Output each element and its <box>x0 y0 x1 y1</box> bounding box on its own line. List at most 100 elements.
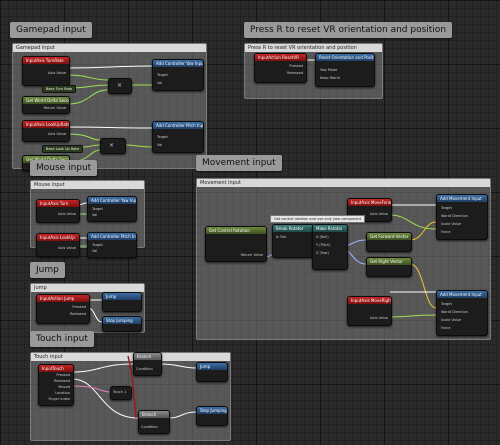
in-rot-pin[interactable]: In Rot <box>276 235 286 239</box>
multiply-symbol-2: × <box>109 142 115 149</box>
target-pin-2[interactable]: Target <box>157 135 168 139</box>
touch-event-node[interactable]: InputTouch Pressed Released Moved Locati… <box>38 364 74 406</box>
branch-title-1: Branch <box>134 353 161 360</box>
condition-pin[interactable]: Condition <box>136 367 153 371</box>
target-pin-4[interactable]: Target <box>92 243 103 247</box>
scale-value-pin[interactable]: Scale Value <box>441 222 461 226</box>
add-yaw-input-node-2[interactable]: Add Controller Yaw Input Target Val <box>87 196 137 222</box>
world-direction-pin[interactable]: World Direction <box>441 214 468 218</box>
reset-vr-event-title: InputAction ResetVR <box>255 54 306 61</box>
get-right-vector-title: Get Right Vector <box>367 258 411 265</box>
get-control-rotation-node[interactable]: Get Control Rotation Return Value <box>205 226 267 262</box>
look-up-rate-event-node[interactable]: InputAxis LookUpRate Axis Value <box>22 120 70 142</box>
multiply-node-1[interactable]: × <box>108 78 132 94</box>
add-yaw-input-node-1[interactable]: Add Controller Yaw Input Target Val <box>152 59 204 91</box>
get-forward-vector-node[interactable]: Get Forward Vector <box>366 232 412 252</box>
condition-pin-2[interactable]: Condition <box>141 425 158 429</box>
target-pin-5[interactable]: Target <box>441 206 452 210</box>
look-up-rate-event-title: InputAxis LookUpRate <box>23 121 69 128</box>
pressed-pin-3[interactable]: Pressed <box>56 373 70 377</box>
axis-value-pin-2[interactable]: Axis Value <box>48 132 66 136</box>
force-pin[interactable]: Force <box>441 230 450 234</box>
target-pin-6[interactable]: Target <box>441 302 452 306</box>
add-movement-input-node-1[interactable]: Add Movement Input Target World Directio… <box>436 194 488 240</box>
return-value-pin[interactable]: Return Value <box>44 106 66 110</box>
stop-jumping-node[interactable]: Stop Jumping <box>102 316 142 332</box>
jump-event-node[interactable]: InputAction Jump Pressed Released <box>36 294 90 324</box>
axis-value-pin-4[interactable]: Axis Value <box>58 246 76 250</box>
look-up-event-title: InputAxis LookUp <box>37 234 79 241</box>
val-pin-3[interactable]: Val <box>92 213 97 217</box>
turn-rate-event-node[interactable]: InputAxis TurnRate Axis Value <box>22 56 70 86</box>
scale-value-pin-2[interactable]: Scale Value <box>441 318 461 322</box>
multiply-symbol: × <box>117 82 123 89</box>
yaw-pin[interactable]: Z (Yaw) <box>316 251 329 255</box>
location-pin[interactable]: Location <box>55 391 70 395</box>
add-pitch-input-title-1: Add Controller Pitch Input <box>153 122 203 129</box>
get-control-rotation-title: Get Control Rotation <box>206 227 266 234</box>
released-pin-2[interactable]: Released <box>70 312 86 316</box>
break-rotator-node[interactable]: Break Rotator In Rot <box>272 224 314 258</box>
val-pin[interactable]: Val <box>157 81 162 85</box>
return-value-pin-2[interactable]: Return Value <box>241 253 263 257</box>
jump-call-title: Jump <box>103 293 141 300</box>
axis-value-pin-3[interactable]: Axis Value <box>58 212 76 216</box>
add-pitch-input-node-1[interactable]: Add Controller Pitch Input Target Val <box>152 121 204 153</box>
reset-vr-call-title: Reset Orientation and Position <box>316 54 374 61</box>
stop-jumping-title: Stop Jumping <box>103 317 141 324</box>
roll-pin[interactable]: X (Roll) <box>316 235 329 239</box>
moved-pin[interactable]: Moved <box>58 385 70 389</box>
branch-node-2[interactable]: Branch Condition <box>138 410 170 434</box>
base-look-up-rate-node[interactable]: Base Look Up Rate <box>42 145 83 153</box>
keep-world-pin[interactable]: Keep World <box>320 76 340 80</box>
make-rotator-title: Make Rotator <box>313 225 347 232</box>
released-pin[interactable]: Released <box>287 71 303 75</box>
movement-title: Movement input <box>196 155 282 171</box>
add-pitch-input-node-2[interactable]: Add Controller Pitch Input Target Val <box>87 232 137 258</box>
finger-equal-node[interactable]: Touch 1 <box>110 386 132 400</box>
val-pin-4[interactable]: Val <box>92 249 97 253</box>
pressed-pin-2[interactable]: Pressed <box>72 305 86 309</box>
jump-title: Jump <box>30 262 65 278</box>
reset-vr-call-node[interactable]: Reset Orientation and Position Yaw Mode … <box>315 53 375 87</box>
world-delta-seconds-node-1[interactable]: Get World Delta Seconds Return Value <box>22 96 70 114</box>
mouse-title: Mouse input <box>30 160 98 176</box>
pitch-pin[interactable]: Y (Pitch) <box>316 243 331 247</box>
finger-index-pin[interactable]: Finger Index <box>48 397 70 401</box>
move-forward-event-title: InputAxis MoveForward <box>348 199 391 206</box>
look-up-event-node[interactable]: InputAxis LookUp Axis Value <box>36 233 80 257</box>
axis-value-pin[interactable]: Axis Value <box>48 71 66 75</box>
make-rotator-node[interactable]: Make Rotator X (Roll) Y (Pitch) Z (Yaw) <box>312 224 348 270</box>
target-pin[interactable]: Target <box>157 73 168 77</box>
world-direction-pin-2[interactable]: World Direction <box>441 310 468 314</box>
val-pin-2[interactable]: Val <box>157 143 162 147</box>
world-delta-seconds-title-1: Get World Delta Seconds <box>23 97 69 104</box>
move-right-event-title: InputAxis MoveRight <box>348 297 391 304</box>
jump-call-node[interactable]: Jump <box>102 292 142 312</box>
axis-value-pin-5[interactable]: Axis Value <box>370 212 388 216</box>
get-right-vector-node[interactable]: Get Right Vector <box>366 257 412 277</box>
target-pin-3[interactable]: Target <box>92 207 103 211</box>
reset-vr-event-node[interactable]: InputAction ResetVR Pressed Released <box>254 53 307 83</box>
move-right-event-node[interactable]: InputAxis MoveRight Axis Value <box>347 296 392 326</box>
add-movement-input-title-1: Add Movement Input <box>437 195 487 202</box>
released-pin-3[interactable]: Released <box>54 379 70 383</box>
branch-title-2: Branch <box>139 411 169 418</box>
reset-vr-title: Press R to reset VR orientation and posi… <box>244 22 453 38</box>
base-turn-rate-node[interactable]: Base Turn Rate <box>42 85 77 93</box>
yaw-mode-pin[interactable]: Yaw Mode <box>320 68 337 72</box>
gamepad-title: Gamepad input <box>10 22 92 38</box>
turn-event-node[interactable]: InputAxis Turn Axis Value <box>36 199 80 223</box>
jump-call-node-2[interactable]: Jump <box>196 362 228 382</box>
movement-note: Get control rotation and use only yaw co… <box>270 215 365 223</box>
force-pin-2[interactable]: Force <box>441 326 450 330</box>
break-rotator-title: Break Rotator <box>273 225 313 232</box>
stop-jumping-title-2: Stop Jumping <box>197 407 227 414</box>
jump-call-title-2: Jump <box>197 363 227 370</box>
branch-node-1[interactable]: Branch Condition <box>133 352 162 376</box>
add-movement-input-node-2[interactable]: Add Movement Input Target World Directio… <box>436 290 488 336</box>
multiply-node-2[interactable]: × <box>100 138 126 154</box>
axis-value-pin-6[interactable]: Axis Value <box>370 316 388 320</box>
pressed-pin[interactable]: Pressed <box>289 64 303 68</box>
stop-jumping-node-2[interactable]: Stop Jumping <box>196 406 228 426</box>
